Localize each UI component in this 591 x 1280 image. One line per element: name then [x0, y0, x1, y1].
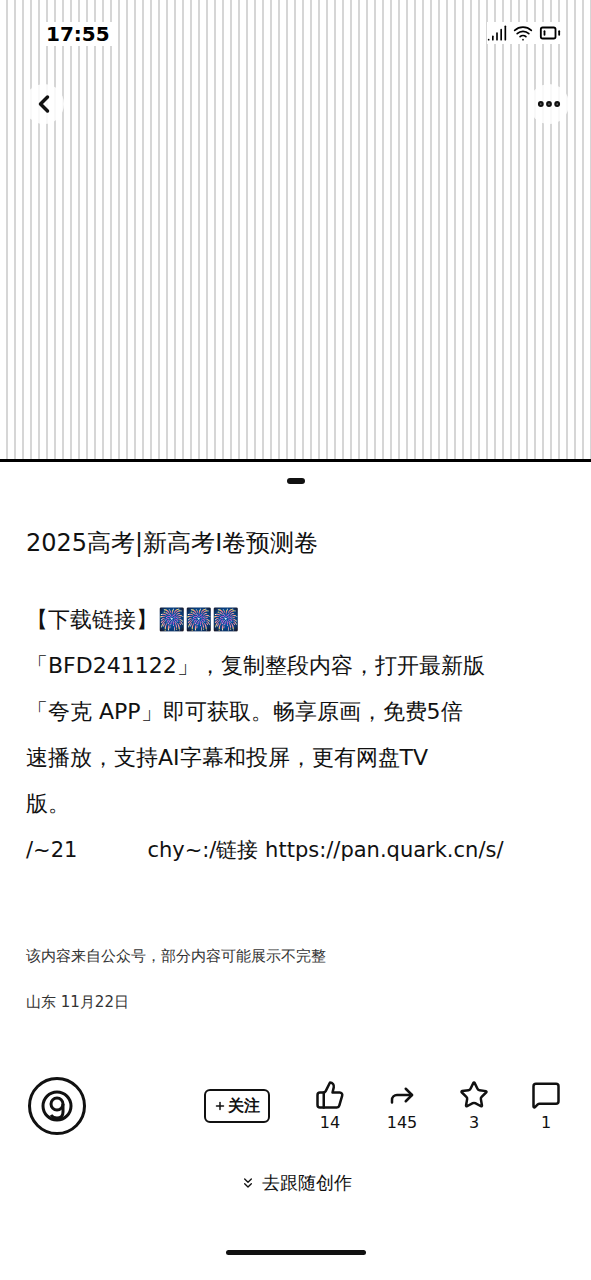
avatar-logo-icon — [39, 1088, 75, 1124]
action-bar: 关注 14 145 3 1 — [0, 1070, 591, 1142]
body-line: 「夸克 APP」即可获取。畅享原画，免费5倍 — [26, 689, 565, 735]
wifi-icon — [513, 23, 533, 43]
thumbs-up-icon — [315, 1080, 345, 1110]
action-count: 3 — [469, 1114, 479, 1132]
action-count: 1 — [541, 1114, 551, 1132]
back-button[interactable] — [24, 84, 64, 124]
comment-icon — [531, 1080, 561, 1110]
back-arrow-icon — [30, 90, 58, 118]
comment-button[interactable]: 1 — [521, 1080, 571, 1132]
carousel-dot[interactable] — [287, 478, 305, 484]
more-dots-icon — [535, 90, 563, 118]
share-button[interactable]: 145 — [377, 1080, 427, 1132]
link-line[interactable]: /~21 chy~:/链接 https://pan.quark.cn/s/ — [26, 827, 565, 873]
post-body: 【下载链接】🎆🎆🎆「BFD241122」，复制整段内容，打开最新版「夸克 APP… — [26, 597, 565, 873]
source-note: 该内容来自公众号，部分内容可能展示不完整 — [26, 944, 565, 968]
action-count: 145 — [387, 1114, 418, 1132]
image-nav — [24, 84, 569, 124]
link-part[interactable]: chy~:/链接 https://pan.quark.cn/s/ — [147, 827, 503, 873]
share-icon — [387, 1080, 417, 1110]
signal-icon — [487, 23, 507, 43]
post-content: 2025高考|新高考I卷预测卷【下载链接】🎆🎆🎆「BFD241122」，复制整段… — [0, 500, 591, 1014]
body-line: 速播放，支持AI字幕和投屏，更有网盘TV — [26, 735, 565, 781]
status-icons — [487, 22, 561, 44]
double-chevron-icon — [240, 1175, 256, 1191]
follow-create-button[interactable]: 去跟随创作 — [234, 1170, 358, 1196]
star-icon — [459, 1080, 489, 1110]
link-part[interactable]: /~21 — [26, 827, 77, 873]
post-page: 17:55 2025高考|新高考I卷预测卷【下载链接】🎆🎆🎆「BFD241122」… — [0, 0, 591, 1280]
post-image[interactable]: 17:55 — [0, 0, 591, 462]
carousel-indicator — [0, 462, 591, 500]
action-group: 14 145 3 1 — [305, 1080, 571, 1132]
follow-button[interactable]: 关注 — [204, 1089, 270, 1123]
body-line: 版。 — [26, 781, 565, 827]
action-count: 14 — [320, 1114, 340, 1132]
body-line: 【下载链接】🎆🎆🎆 — [26, 597, 565, 643]
status-time: 17:55 — [44, 22, 112, 46]
more-button[interactable] — [529, 84, 569, 124]
like-button[interactable]: 14 — [305, 1080, 355, 1132]
home-indicator — [226, 1250, 366, 1255]
post-meta: 山东 11月22日 — [26, 990, 565, 1014]
author-avatar[interactable] — [28, 1077, 86, 1135]
status-bar: 17:55 — [0, 0, 591, 70]
plus-icon — [214, 1100, 226, 1112]
battery-icon — [539, 22, 561, 44]
post-title: 2025高考|新高考I卷预测卷 — [26, 525, 565, 561]
body-line: 「BFD241122」，复制整段内容，打开最新版 — [26, 643, 565, 689]
collect-button[interactable]: 3 — [449, 1080, 499, 1132]
